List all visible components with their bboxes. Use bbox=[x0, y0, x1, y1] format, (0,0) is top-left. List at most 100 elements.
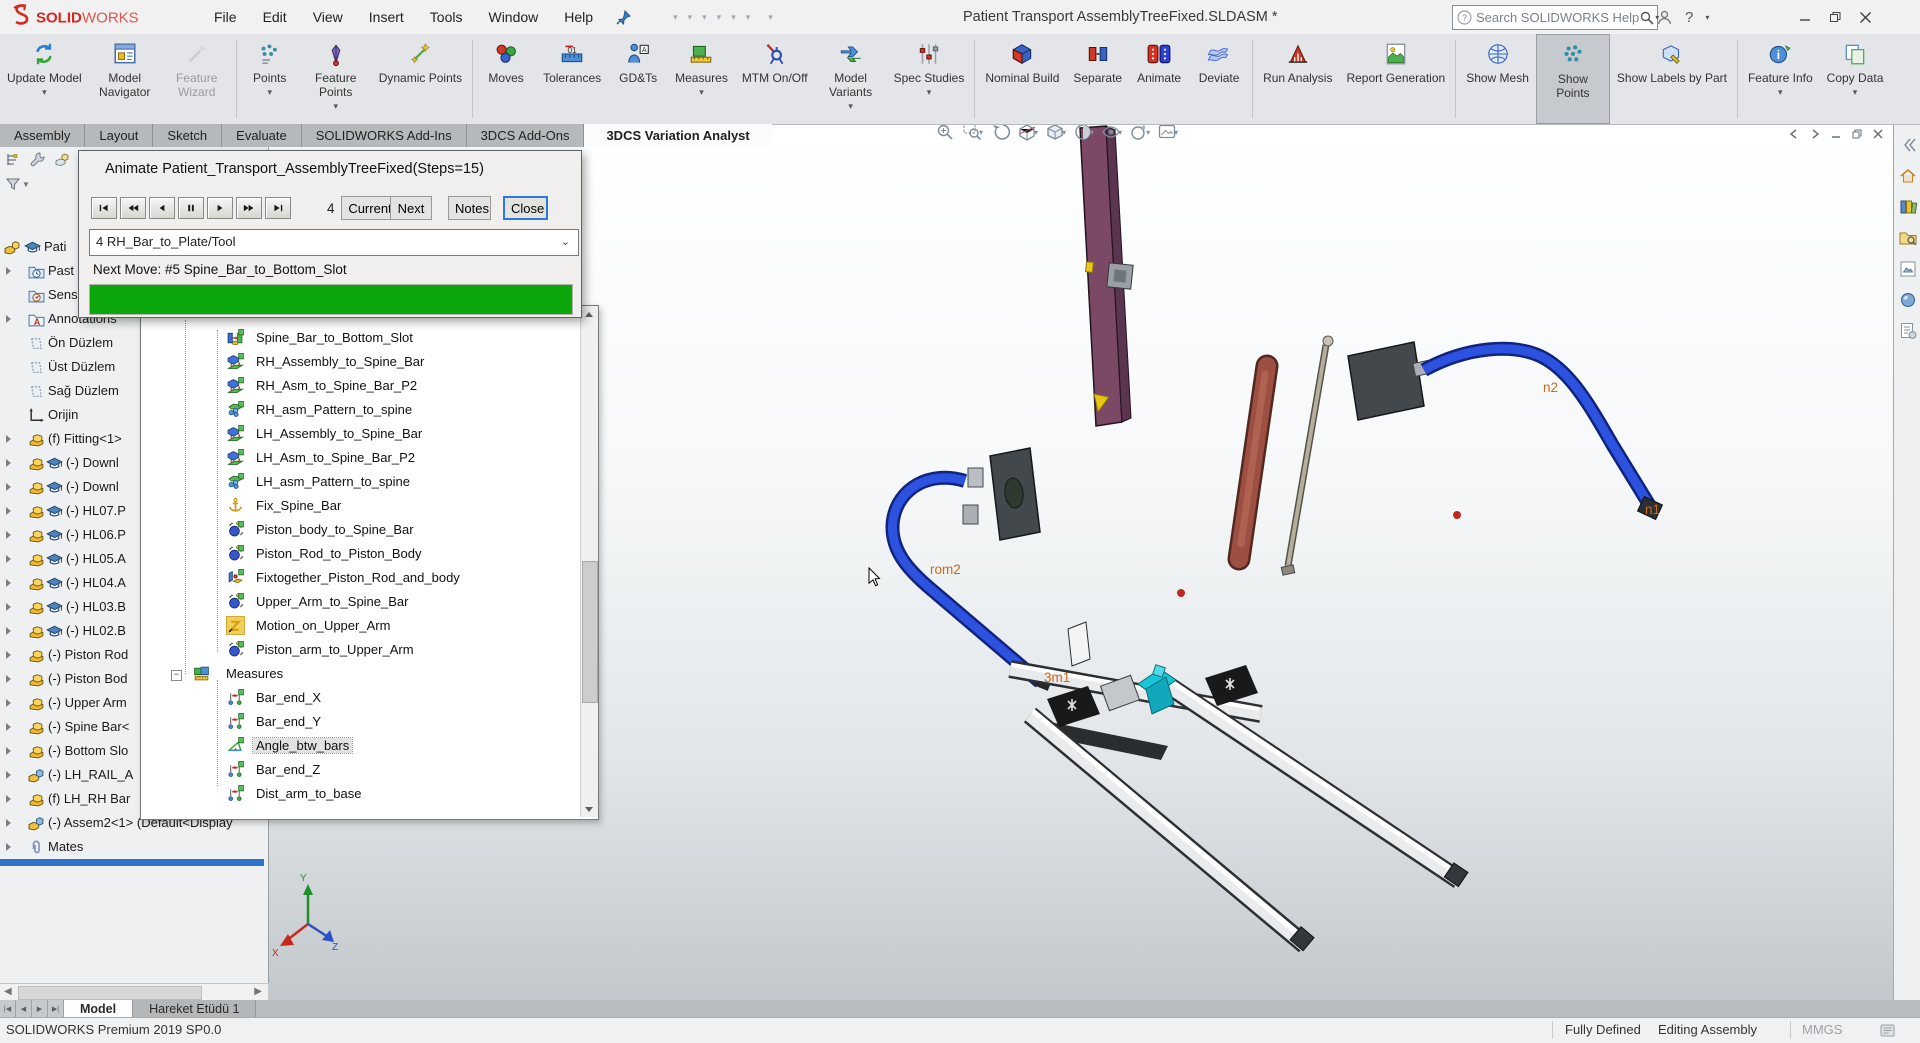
ribbon-button-gd-ts[interactable]: AGD&Ts bbox=[608, 34, 668, 124]
next-button[interactable]: Next bbox=[390, 196, 432, 220]
ribbon-button-copy-data[interactable]: Copy Data▾ bbox=[1820, 34, 1891, 124]
expand-arrow-icon[interactable] bbox=[6, 267, 11, 275]
ribbon-button-feature-points[interactable]: Feature Points▾ bbox=[300, 34, 372, 124]
close-window-button[interactable] bbox=[1850, 0, 1880, 34]
player-fast-rewind-button[interactable] bbox=[120, 197, 146, 219]
headsup-display-style[interactable]: ▾ bbox=[1073, 122, 1094, 142]
quick-settings-gear[interactable]: ▾ bbox=[766, 12, 773, 23]
left-plate-part[interactable] bbox=[963, 448, 1040, 540]
panel-tab-property-manager[interactable] bbox=[29, 151, 46, 168]
panel-horizontal-scrollbar[interactable]: ◀ ▶ bbox=[0, 983, 268, 1001]
doc-minimize-icon[interactable] bbox=[1830, 128, 1842, 140]
expand-arrow-icon[interactable] bbox=[6, 531, 11, 539]
headsup-previous-view[interactable] bbox=[990, 122, 1010, 142]
ribbon-button-update-model[interactable]: Update Model▾ bbox=[0, 34, 89, 124]
collapse-box-icon[interactable]: − bbox=[171, 670, 182, 681]
sheet-tab-model[interactable]: Model bbox=[64, 1000, 133, 1017]
quick-new-file[interactable]: ▾ bbox=[671, 12, 678, 23]
expand-arrow-icon[interactable] bbox=[6, 315, 11, 323]
quick-save[interactable]: ▾ bbox=[700, 12, 707, 23]
expand-arrow-icon[interactable] bbox=[6, 555, 11, 563]
prev-sheet-icon[interactable]: ◀ bbox=[16, 1000, 32, 1017]
user-account-icon[interactable] bbox=[1656, 9, 1673, 26]
quick-select-cursor[interactable]: ▾ bbox=[744, 12, 751, 23]
tab-3dcs-add-ons[interactable]: 3DCS Add-Ons bbox=[467, 124, 585, 147]
expand-arrow-icon[interactable] bbox=[6, 747, 11, 755]
help-menu-icon[interactable]: ? bbox=[1685, 9, 1693, 26]
menu-insert[interactable]: Insert bbox=[356, 0, 417, 34]
tab-evaluate[interactable]: Evaluate bbox=[222, 124, 302, 147]
moves-item-dist-arm-to-base[interactable]: Dist_arm_to_base bbox=[141, 782, 579, 806]
minimize-button[interactable] bbox=[1790, 0, 1820, 34]
ribbon-button-model-variants[interactable]: Model Variants▾ bbox=[815, 34, 887, 124]
ribbon-button-deviate[interactable]: Deviate bbox=[1189, 34, 1249, 124]
filter-funnel-icon[interactable] bbox=[6, 177, 20, 191]
expand-arrow-icon[interactable] bbox=[6, 675, 11, 683]
moves-item-lh-assembly-to-spine-bar[interactable]: LH_Assembly_to_Spine_Bar bbox=[141, 422, 579, 446]
window-nav-left-icon[interactable] bbox=[1788, 128, 1800, 140]
status-options-icon[interactable] bbox=[1880, 1023, 1895, 1038]
scroll-left-icon[interactable]: ◀ bbox=[4, 986, 12, 997]
restore-button[interactable] bbox=[1820, 0, 1850, 34]
taskpane-custom-properties[interactable] bbox=[1898, 321, 1918, 341]
pin-menu-icon[interactable] bbox=[616, 10, 631, 25]
dropdown-caret-icon[interactable]: ▾ bbox=[699, 87, 704, 98]
ribbon-button-feature-wizard[interactable]: Feature Wizard bbox=[161, 34, 233, 124]
ribbon-button-show-labels-by-part[interactable]: Show Labels by Part bbox=[1610, 34, 1734, 124]
menu-tools[interactable]: Tools bbox=[417, 0, 476, 34]
taskpane-collapse-pane[interactable] bbox=[1898, 135, 1918, 155]
first-sheet-icon[interactable]: |◀ bbox=[0, 1000, 16, 1017]
headsup-zoom-fit[interactable] bbox=[935, 122, 955, 142]
moves-item-rh-asm-to-spine-bar-p2[interactable]: RH_Asm_to_Spine_Bar_P2 bbox=[141, 374, 579, 398]
expand-arrow-icon[interactable] bbox=[6, 507, 11, 515]
scrollbar-thumb[interactable] bbox=[582, 561, 598, 703]
expand-arrow-icon[interactable] bbox=[6, 843, 11, 851]
dropdown-caret-icon[interactable]: ▾ bbox=[267, 87, 272, 98]
moves-item-measures[interactable]: −Measures bbox=[141, 662, 579, 686]
scroll-right-icon[interactable]: ▶ bbox=[254, 986, 262, 997]
last-sheet-icon[interactable]: ▶| bbox=[48, 1000, 64, 1017]
moves-item-piston-rod-to-piston-body[interactable]: Piston_Rod_to_Piston_Body bbox=[141, 542, 579, 566]
expand-arrow-icon[interactable] bbox=[6, 819, 11, 827]
moves-item-upper-arm-to-spine-bar[interactable]: Upper_Arm_to_Spine_Bar bbox=[141, 590, 579, 614]
moves-scrollbar[interactable] bbox=[580, 306, 598, 817]
doc-close-icon[interactable] bbox=[1872, 128, 1884, 140]
menu-window[interactable]: Window bbox=[475, 0, 551, 34]
search-icon[interactable] bbox=[1639, 10, 1655, 26]
moves-item-bar-end-z[interactable]: Bar_end_Z bbox=[141, 758, 579, 782]
moves-item-fix-spine-bar[interactable]: Fix_Spine_Bar bbox=[141, 494, 579, 518]
menu-edit[interactable]: Edit bbox=[250, 0, 300, 34]
sheet-tab-hareket-et-d-1[interactable]: Hareket Etüdü 1 bbox=[133, 1000, 256, 1017]
ribbon-button-show-mesh[interactable]: Show Mesh bbox=[1459, 34, 1536, 124]
help-search-box[interactable]: ? Search SOLIDWORKS Help ▾ bbox=[1452, 5, 1658, 30]
ribbon-button-mtm-on-off[interactable]: MTM On/Off bbox=[735, 34, 815, 124]
ribbon-button-report-generation[interactable]: Report Generation bbox=[1339, 34, 1452, 124]
tab-layout[interactable]: Layout bbox=[85, 124, 153, 147]
player-skip-to-end-button[interactable] bbox=[265, 197, 291, 219]
player-skip-to-start-button[interactable] bbox=[91, 197, 117, 219]
scroll-down-icon[interactable] bbox=[581, 801, 597, 817]
ribbon-button-moves[interactable]: Moves bbox=[476, 34, 536, 124]
piston-rod-part[interactable] bbox=[1239, 366, 1267, 559]
base-frame-part[interactable] bbox=[1010, 622, 1468, 951]
dropdown-caret-icon[interactable]: ▾ bbox=[1778, 87, 1783, 98]
player-step-back-button[interactable] bbox=[149, 197, 175, 219]
ribbon-button-nominal-build[interactable]: Nominal Build bbox=[978, 34, 1066, 124]
quick-open-file[interactable]: ▾ bbox=[686, 12, 693, 23]
scrollbar-thumb[interactable] bbox=[18, 986, 202, 1000]
player-fast-forward-button[interactable] bbox=[236, 197, 262, 219]
moves-item-piston-arm-to-upper-arm[interactable]: Piston_arm_to_Upper_Arm bbox=[141, 638, 579, 662]
headsup-section-view[interactable]: ▾ bbox=[1017, 122, 1038, 142]
doc-restore-icon[interactable] bbox=[1851, 128, 1863, 140]
expand-arrow-icon[interactable] bbox=[6, 723, 11, 731]
dropdown-caret-icon[interactable]: ▾ bbox=[333, 101, 338, 112]
ref-point-dot[interactable] bbox=[1453, 511, 1461, 519]
window-nav-right-icon[interactable] bbox=[1809, 128, 1821, 140]
ribbon-button-show-points[interactable]: Show Points bbox=[1536, 34, 1610, 124]
ribbon-button-measures[interactable]: Measures▾ bbox=[668, 34, 735, 124]
taskpane-solidworks-resources[interactable] bbox=[1898, 166, 1918, 186]
moves-item-rh-assembly-to-spine-bar[interactable]: RH_Assembly_to_Spine_Bar bbox=[141, 350, 579, 374]
tree-filter[interactable]: ▼ bbox=[6, 177, 30, 191]
ribbon-button-tolerances[interactable]: 01Tolerances bbox=[536, 34, 608, 124]
expand-arrow-icon[interactable] bbox=[6, 699, 11, 707]
